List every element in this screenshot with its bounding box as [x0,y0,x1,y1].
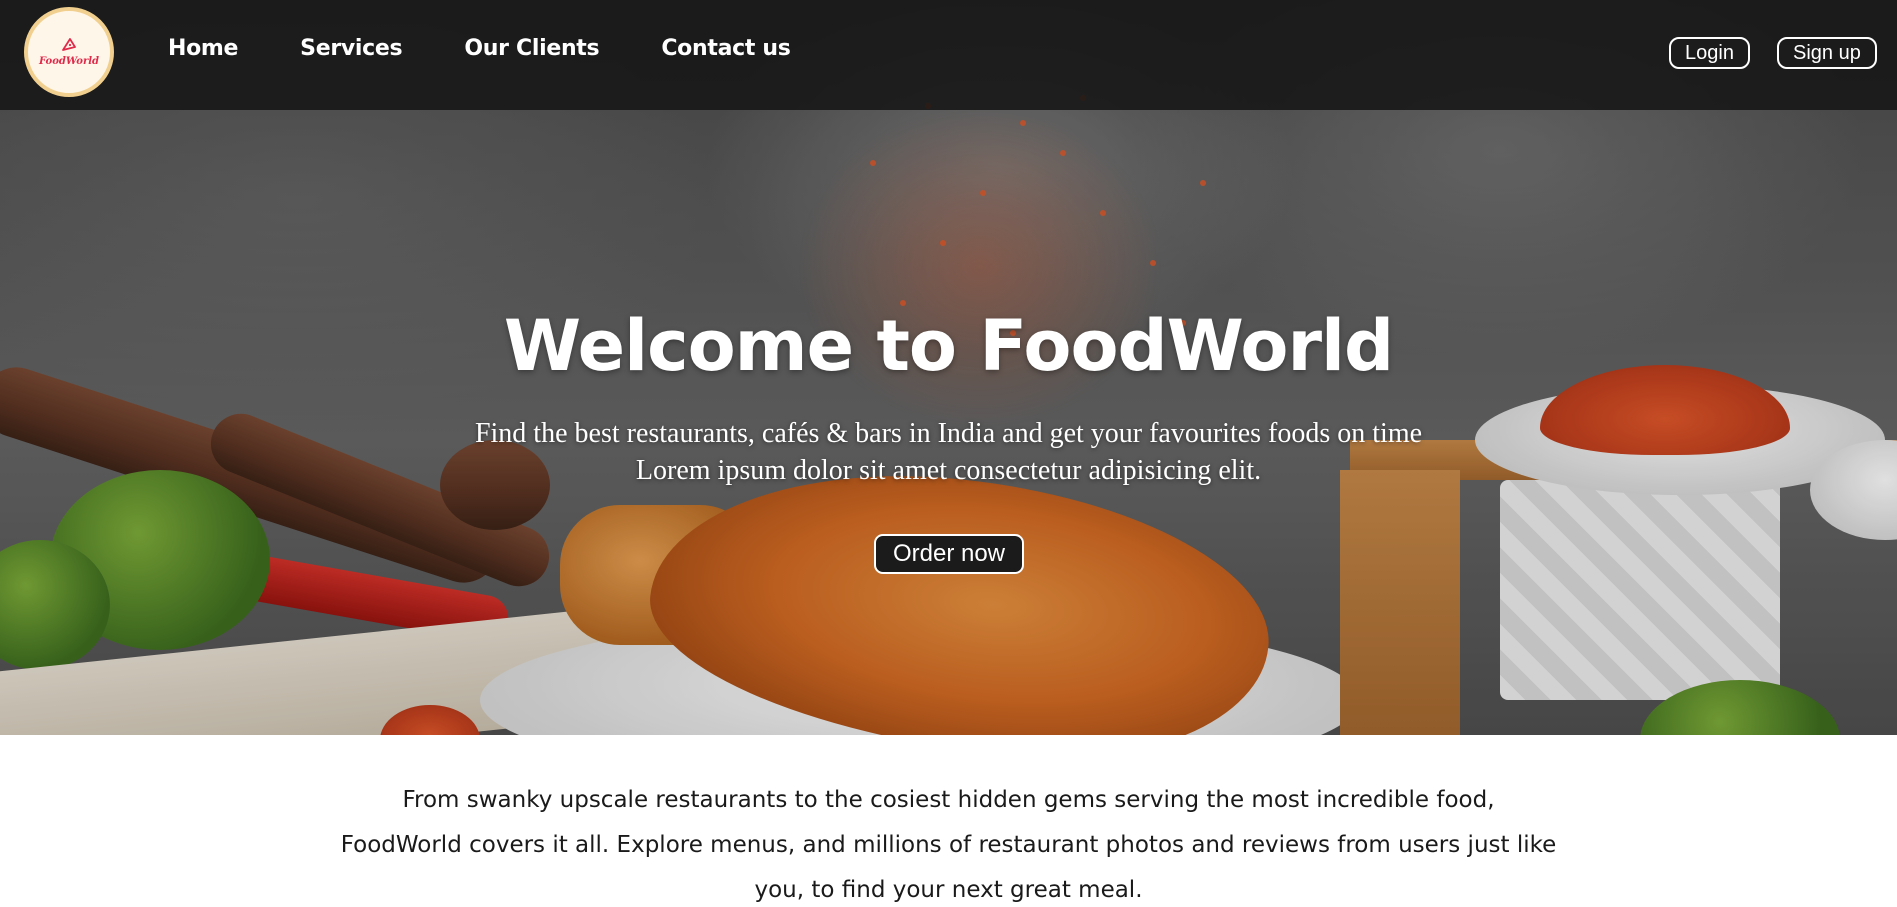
navbar: FoodWorld Home Services Our Clients Cont… [0,0,1897,110]
hero-subtitle-line-2: Lorem ipsum dolor sit amet consectetur a… [635,455,1262,486]
nav-link-our-clients[interactable]: Our Clients [464,36,599,61]
pizza-slice-icon [62,37,76,51]
site-logo[interactable]: FoodWorld [24,7,114,97]
hero-title: Welcome to FoodWorld [503,305,1394,387]
intro-paragraph: From swanky upscale restaurants to the c… [340,787,1557,903]
login-button[interactable]: Login [1669,37,1750,69]
page: FoodWorld Home Services Our Clients Cont… [0,0,1897,907]
signup-button[interactable]: Sign up [1777,37,1877,69]
nav-link-home[interactable]: Home [168,36,238,61]
nav-links: Home Services Our Clients Contact us [168,36,791,61]
nav-link-services[interactable]: Services [300,36,402,61]
hero-subtitle-line-1: Find the best restaurants, cafés & bars … [474,418,1423,449]
order-now-button[interactable]: Order now [874,534,1024,574]
logo-text: FoodWorld [38,55,100,67]
nav-link-contact-us[interactable]: Contact us [661,36,791,61]
